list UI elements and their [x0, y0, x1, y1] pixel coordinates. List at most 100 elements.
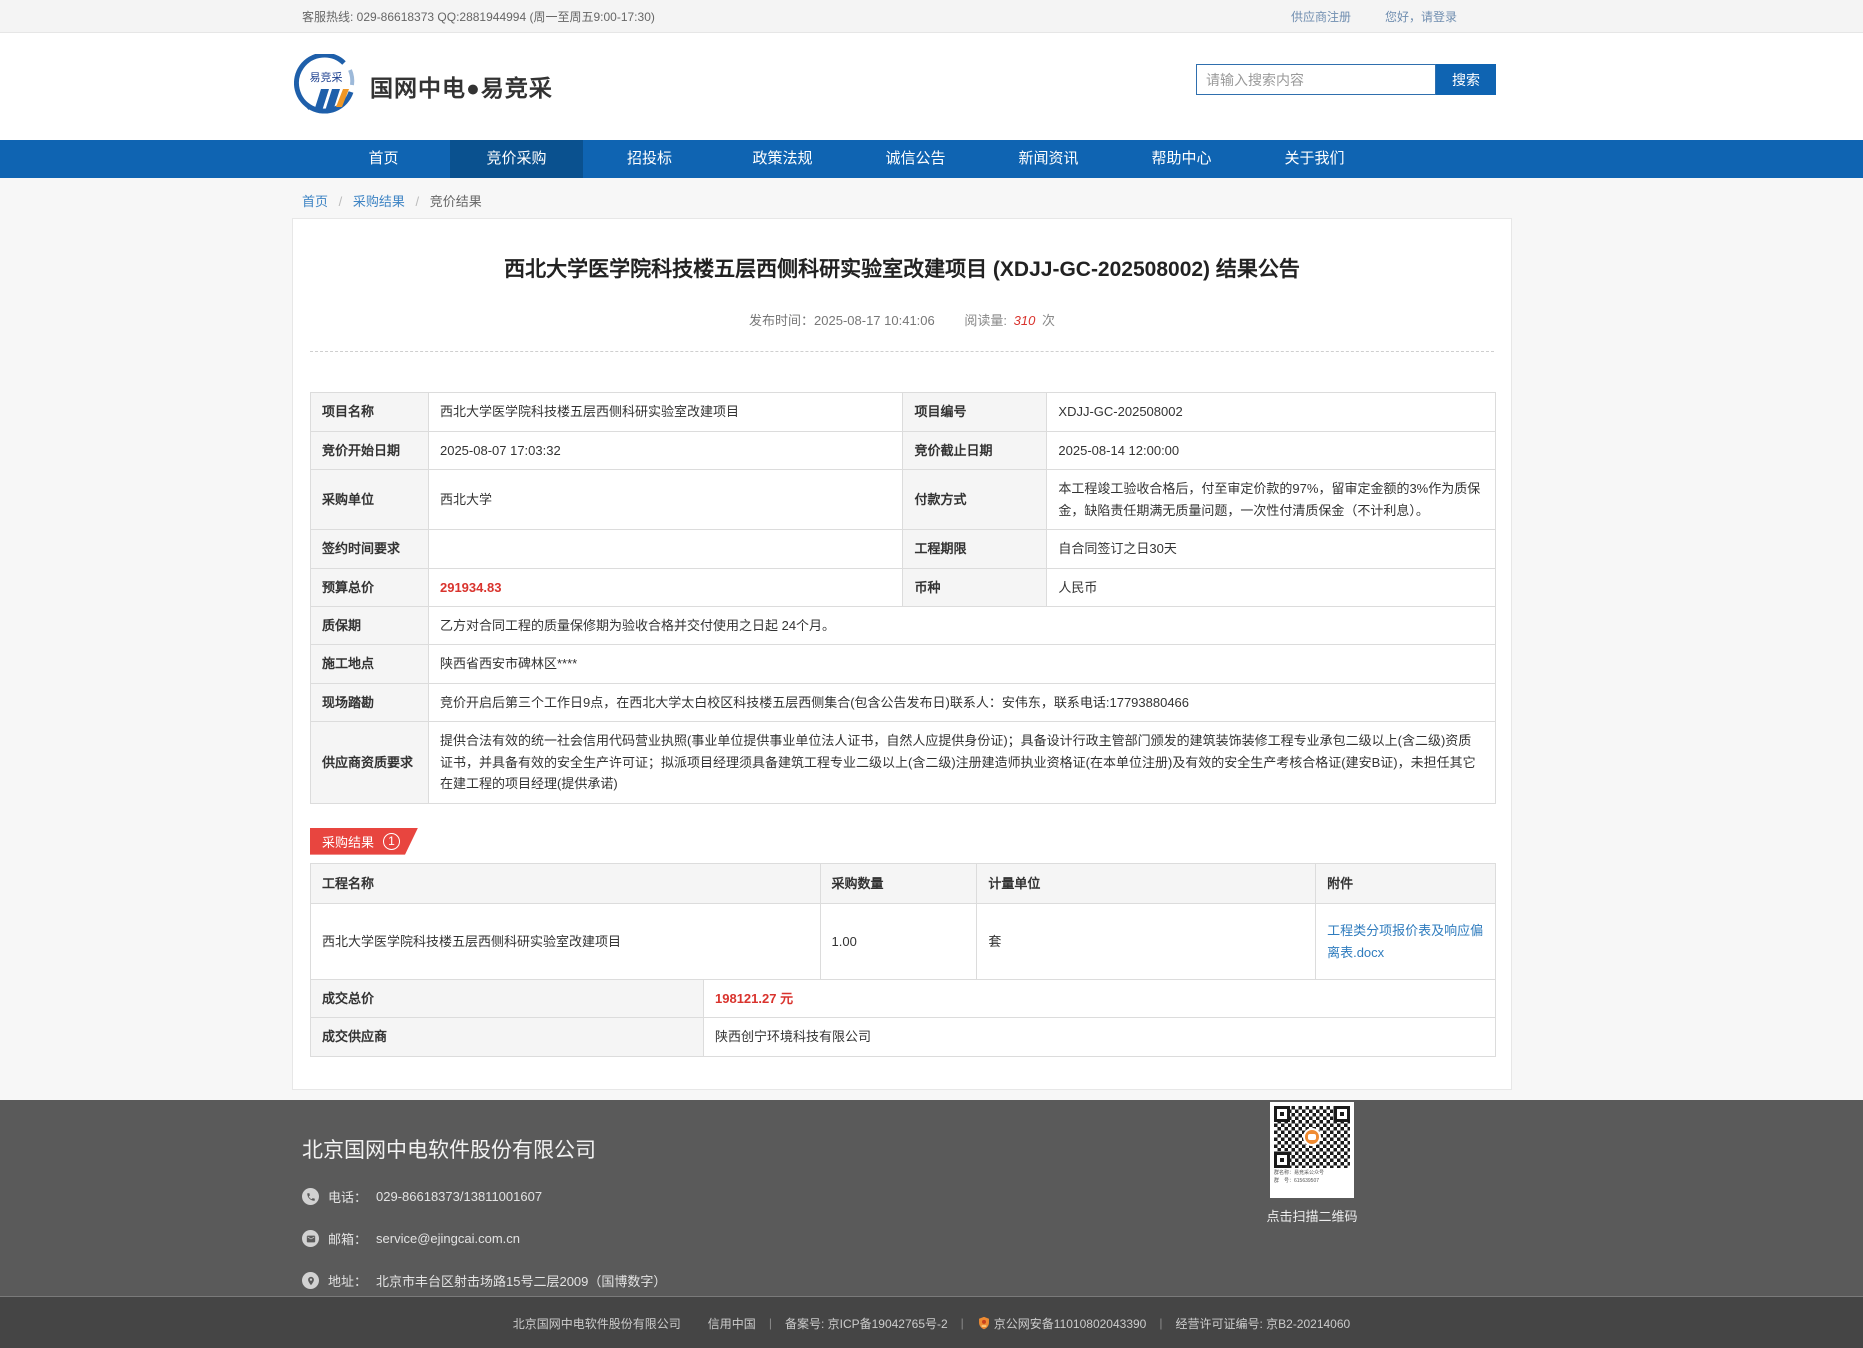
article-meta: 发布时间：2025-08-17 10:41:06 阅读量: 310 次: [293, 310, 1511, 351]
breadcrumb-separator: /: [339, 194, 343, 209]
brand-logo[interactable]: 易竞采 国网中电●易竞采: [294, 54, 553, 118]
breadcrumb-home[interactable]: 首页: [302, 194, 328, 209]
column-header: 采购数量: [820, 863, 977, 903]
field-value: 2025-08-14 12:00:00: [1047, 431, 1496, 469]
result-summary-table: 成交总价 198121.27 元 成交供应商 陕西创宁环境科技有限公司: [310, 979, 1496, 1057]
header: 易竞采 国网中电●易竞采 搜索: [0, 33, 1863, 140]
field-value: 本工程竣工验收合格后，付至审定价款的97%，留审定金额的3%作为质保金，缺陷责任…: [1047, 470, 1496, 530]
footer-address-value: 北京市丰台区射击场路15号二层2009（国博数字）: [376, 1271, 666, 1290]
field-label: 竞价开始日期: [311, 431, 429, 469]
icp-number: 备案号: 京ICP备19042765号-2: [785, 1315, 948, 1332]
table-row: 签约时间要求 工程期限 自合同签订之日30天: [311, 530, 1496, 568]
table-row: 成交供应商 陕西创宁环境科技有限公司: [311, 1018, 1496, 1056]
phone-icon: [302, 1188, 319, 1205]
attachment-link[interactable]: 工程类分项报价表及响应偏离表.docx: [1327, 923, 1483, 959]
footer-email-line: 邮箱： service@ejingcai.com.cn: [302, 1229, 1512, 1248]
project-name-cell: 西北大学医学院科技楼五层西侧科研实验室改建项目: [311, 904, 821, 980]
footer-address-line: 地址： 北京市丰台区射击场路15号二层2009（国博数字）: [302, 1271, 1512, 1290]
search-input[interactable]: [1196, 64, 1436, 95]
field-value: 西北大学医学院科技楼五层西侧科研实验室改建项目: [428, 393, 903, 431]
supplier-register-link[interactable]: 供应商注册: [1291, 8, 1351, 25]
deal-supplier-value: 陕西创宁环境科技有限公司: [704, 1018, 1496, 1056]
location-icon: [302, 1272, 319, 1289]
table-row: 质保期 乙方对合同工程的质量保修期为验收合格并交付使用之日起 24个月。: [311, 607, 1496, 645]
nav-item-about[interactable]: 关于我们: [1248, 140, 1381, 178]
footer-email-value: service@ejingcai.com.cn: [376, 1231, 520, 1246]
site-title: 国网中电●易竞采: [370, 69, 553, 103]
qr-code[interactable]: 群名称：易竞采公众号 群 号：615639507: [1270, 1102, 1354, 1198]
divider: |: [1159, 1316, 1162, 1330]
table-row: 预算总价 291934.83 币种 人民币: [311, 568, 1496, 606]
page-title: 西北大学医学院科技楼五层西侧科研实验室改建项目 (XDJJ-GC-2025080…: [293, 219, 1511, 284]
field-value: 提供合法有效的统一社会信用代码营业执照(事业单位提供事业单位法人证书，自然人应提…: [428, 722, 1495, 803]
purchase-result-section: 采购结果 1 工程名称 采购数量 计量单位 附件 西北大学医学院科技楼五层西侧科…: [293, 828, 1511, 1057]
breadcrumb-current: 竞价结果: [430, 194, 482, 209]
qr-code-block[interactable]: 群名称：易竞采公众号 群 号：615639507 点击扫描二维码: [1252, 1102, 1372, 1225]
ejingcai-logo-icon: 易竞采: [294, 54, 358, 118]
breadcrumb-separator: /: [416, 194, 420, 209]
login-link[interactable]: 您好，请登录: [1385, 8, 1457, 25]
table-row: 项目名称 西北大学医学院科技楼五层西侧科研实验室改建项目 项目编号 XDJJ-G…: [311, 393, 1496, 431]
nav-item-policy[interactable]: 政策法规: [716, 140, 849, 178]
field-value: 陕西省西安市碑林区****: [428, 645, 1495, 683]
views-label: 阅读量:: [964, 313, 1007, 328]
quantity-cell: 1.00: [820, 904, 977, 980]
table-row: 成交总价 198121.27 元: [311, 979, 1496, 1017]
table-row: 供应商资质要求 提供合法有效的统一社会信用代码营业执照(事业单位提供事业单位法人…: [311, 722, 1496, 803]
table-row: 西北大学医学院科技楼五层西侧科研实验室改建项目 1.00 套 工程类分项报价表及…: [311, 904, 1496, 980]
nav-item-news[interactable]: 新闻资讯: [982, 140, 1115, 178]
field-value: 自合同签订之日30天: [1047, 530, 1496, 568]
qr-note-line2: 群 号：615639507: [1274, 1178, 1350, 1186]
project-info-table: 项目名称 西北大学医学院科技楼五层西侧科研实验室改建项目 项目编号 XDJJ-G…: [310, 392, 1496, 803]
table-row: 采购单位 西北大学 付款方式 本工程竣工验收合格后，付至审定价款的97%，留审定…: [311, 470, 1496, 530]
footer-email-label: 邮箱：: [328, 1229, 367, 1248]
field-label: 项目编号: [903, 393, 1047, 431]
divider: |: [961, 1316, 964, 1330]
field-label: 质保期: [311, 607, 429, 645]
views-unit: 次: [1042, 313, 1055, 328]
column-header: 计量单位: [977, 863, 1316, 903]
breadcrumb-section[interactable]: 采购结果: [353, 194, 405, 209]
views-count: 310: [1014, 313, 1036, 328]
search-bar: 搜索: [1196, 64, 1496, 95]
nav-item-bidding-purchase[interactable]: 竞价采购: [450, 140, 583, 178]
nav-item-integrity[interactable]: 诚信公告: [849, 140, 982, 178]
footer-phone-label: 电话：: [328, 1187, 367, 1206]
table-row: 现场踏勘 竞价开启后第三个工作日9点，在西北大学太白校区科技楼五层西侧集合(包含…: [311, 683, 1496, 721]
service-hotline: 客服热线: 029-86618373 QQ:2881944994 (周一至周五9…: [292, 8, 655, 25]
footer: 北京国网中电软件股份有限公司 电话： 029-86618373/13811001…: [0, 1100, 1863, 1296]
deal-supplier-label: 成交供应商: [311, 1018, 704, 1056]
column-header: 附件: [1316, 863, 1496, 903]
nav-item-home[interactable]: 首页: [317, 140, 450, 178]
field-value: 竞价开启后第三个工作日9点，在西北大学太白校区科技楼五层西侧集合(包含公告发布日…: [428, 683, 1495, 721]
bottombar: 北京国网中电软件股份有限公司 信用中国 | 备案号: 京ICP备19042765…: [0, 1296, 1863, 1348]
bottombar-company: 北京国网中电软件股份有限公司: [513, 1315, 681, 1332]
nav-item-tender[interactable]: 招投标: [583, 140, 716, 178]
field-label: 供应商资质要求: [311, 722, 429, 803]
field-value: 乙方对合同工程的质量保修期为验收合格并交付使用之日起 24个月。: [428, 607, 1495, 645]
field-value: XDJJ-GC-202508002: [1047, 393, 1496, 431]
footer-phone-value: 029-86618373/13811001607: [376, 1189, 542, 1204]
field-label: 采购单位: [311, 470, 429, 530]
field-value: 2025-08-07 17:03:32: [428, 431, 903, 469]
field-label: 币种: [903, 568, 1047, 606]
field-value: 人民币: [1047, 568, 1496, 606]
field-label: 工程期限: [903, 530, 1047, 568]
nav-item-help[interactable]: 帮助中心: [1115, 140, 1248, 178]
field-value: [428, 530, 903, 568]
footer-address-label: 地址：: [328, 1271, 367, 1290]
table-row: 竞价开始日期 2025-08-07 17:03:32 竞价截止日期 2025-0…: [311, 431, 1496, 469]
deal-total-label: 成交总价: [311, 979, 704, 1017]
breadcrumb: 首页 / 采购结果 / 竞价结果: [0, 178, 1863, 218]
search-button[interactable]: 搜索: [1436, 64, 1496, 95]
table-header-row: 工程名称 采购数量 计量单位 附件: [311, 863, 1496, 903]
publish-time-label: 发布时间：: [749, 313, 814, 328]
purchase-result-ribbon: 采购结果 1: [310, 828, 418, 855]
qr-caption: 点击扫描二维码: [1252, 1206, 1372, 1225]
field-label: 预算总价: [311, 568, 429, 606]
credit-china-link[interactable]: 信用中国: [708, 1315, 756, 1332]
police-badge-icon: [977, 1316, 991, 1330]
police-record[interactable]: 京公网安备11010802043390: [977, 1315, 1147, 1332]
wechat-icon: [1303, 1128, 1321, 1146]
ribbon-label: 采购结果: [322, 832, 374, 851]
